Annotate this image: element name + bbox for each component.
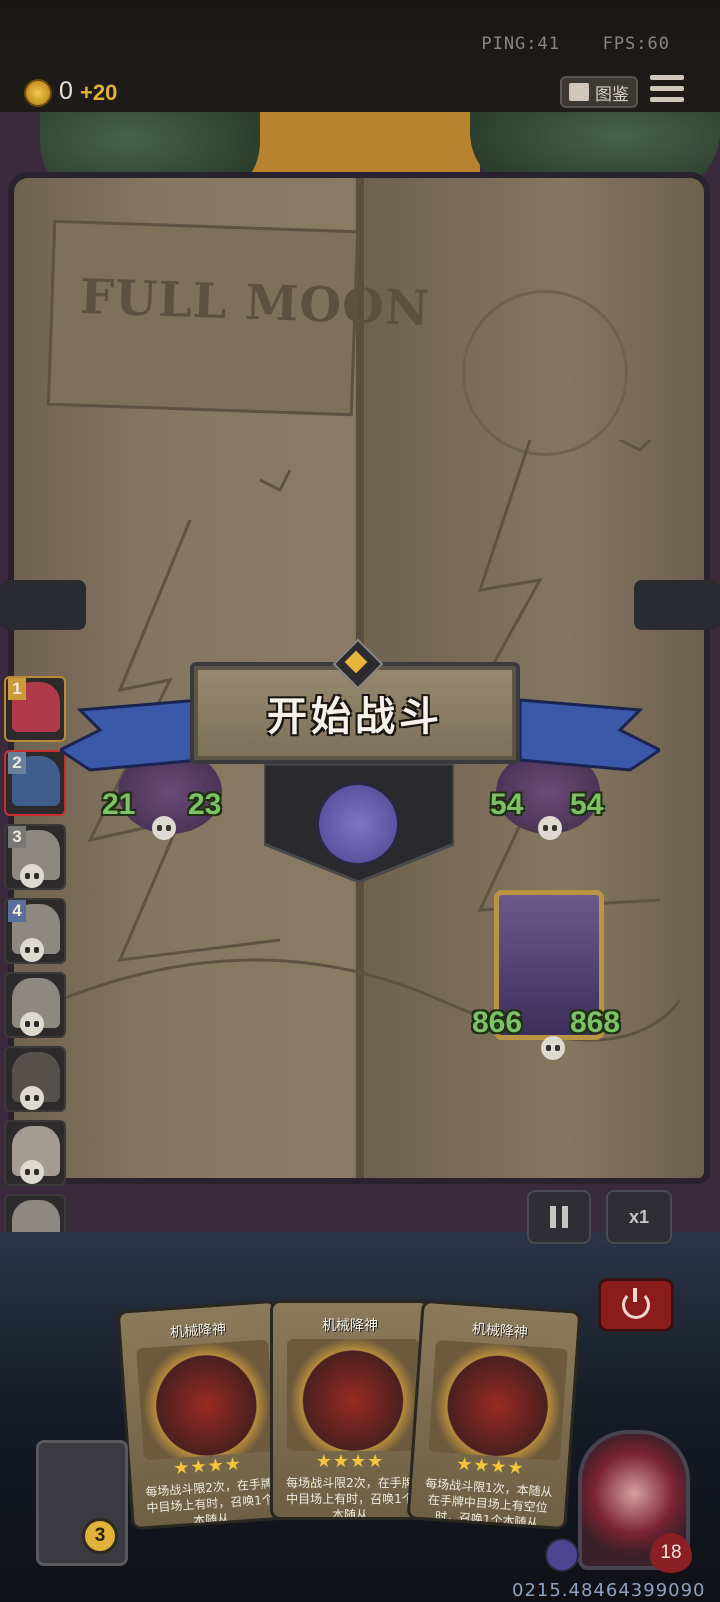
roster-slot[interactable]: [4, 1046, 66, 1112]
roster-slot[interactable]: 1: [4, 676, 66, 742]
slot-number: 4: [8, 900, 26, 922]
roster-slot[interactable]: 4: [4, 898, 66, 964]
roster-slot[interactable]: 3: [4, 824, 66, 890]
card-name: 机械降神: [322, 1318, 378, 1334]
coin-bonus: +20: [80, 80, 118, 105]
unit-attack: 21: [102, 788, 136, 821]
hand-card[interactable]: 机械降神 ★★★★ 每场战斗限2次，在手牌中目场上有时，召唤1个本随从: [116, 1299, 292, 1531]
ping-readout: PING:41: [481, 34, 560, 54]
fps-readout: FPS:60: [602, 34, 670, 54]
skull-icon: [20, 1086, 44, 1110]
skull-icon: [541, 1036, 565, 1060]
shield-icon: [316, 782, 400, 866]
robot-health: 868: [570, 1006, 621, 1039]
roster-slot[interactable]: [4, 1120, 66, 1186]
hamburger-icon: [650, 75, 684, 80]
unit-health: 54: [570, 788, 604, 821]
slot-number: 2: [8, 752, 26, 774]
start-battle-label: 开始战斗: [267, 694, 443, 740]
speed-button[interactable]: x1: [606, 1190, 672, 1244]
coin-count: 0: [59, 77, 73, 105]
menu-button[interactable]: [650, 75, 684, 107]
book-clasp-left: [0, 580, 86, 630]
hand-card[interactable]: 机械降神 ★★★★ 每场战斗限1次，本随从在手牌中目场上有空位时，召唤1个本随从: [406, 1299, 582, 1531]
book-icon: [569, 83, 589, 101]
slot-number: 3: [8, 826, 26, 848]
unit-attack: 54: [490, 788, 524, 821]
card-description: 每场战斗限2次，在手牌中目场上有时，召唤1个本随从: [286, 1476, 414, 1520]
pause-button[interactable]: [527, 1190, 591, 1244]
hero-health: 18: [650, 1533, 692, 1573]
roster-slot[interactable]: 2: [4, 750, 66, 816]
power-button[interactable]: [598, 1278, 674, 1332]
card-art: [136, 1339, 276, 1461]
book-clasp-right: [634, 580, 720, 630]
unit-health: 23: [188, 788, 222, 821]
shield-icon: [545, 1538, 579, 1572]
moon-drawing: [462, 290, 628, 456]
speed-label: x1: [628, 1206, 650, 1227]
coin-icon: [24, 79, 52, 107]
skull-icon: [152, 816, 176, 840]
skull-icon: [538, 816, 562, 840]
skull-icon: [20, 1012, 44, 1036]
roster-slot[interactable]: [4, 972, 66, 1038]
power-icon: [622, 1288, 650, 1319]
pause-icon: [550, 1206, 556, 1228]
skull-icon: [20, 938, 44, 962]
skull-icon: [20, 1160, 44, 1184]
card-stars: ★★★★: [315, 1451, 385, 1472]
card-art: [287, 1339, 419, 1451]
codex-button[interactable]: 图鉴: [560, 76, 638, 108]
hand-card[interactable]: 机械降神 ★★★★ 每场战斗限2次，在手牌中目场上有时，召唤1个本随从: [270, 1300, 430, 1520]
session-id: 0215.48464399090: [512, 1580, 706, 1601]
card-art: [428, 1339, 568, 1461]
skull-icon: [20, 864, 44, 888]
codex-label: 图鉴: [595, 84, 629, 105]
slot-number: 1: [8, 678, 26, 700]
robot-attack: 866: [472, 1006, 523, 1039]
deck-pile[interactable]: [36, 1440, 128, 1566]
deck-count: 3: [82, 1518, 118, 1554]
